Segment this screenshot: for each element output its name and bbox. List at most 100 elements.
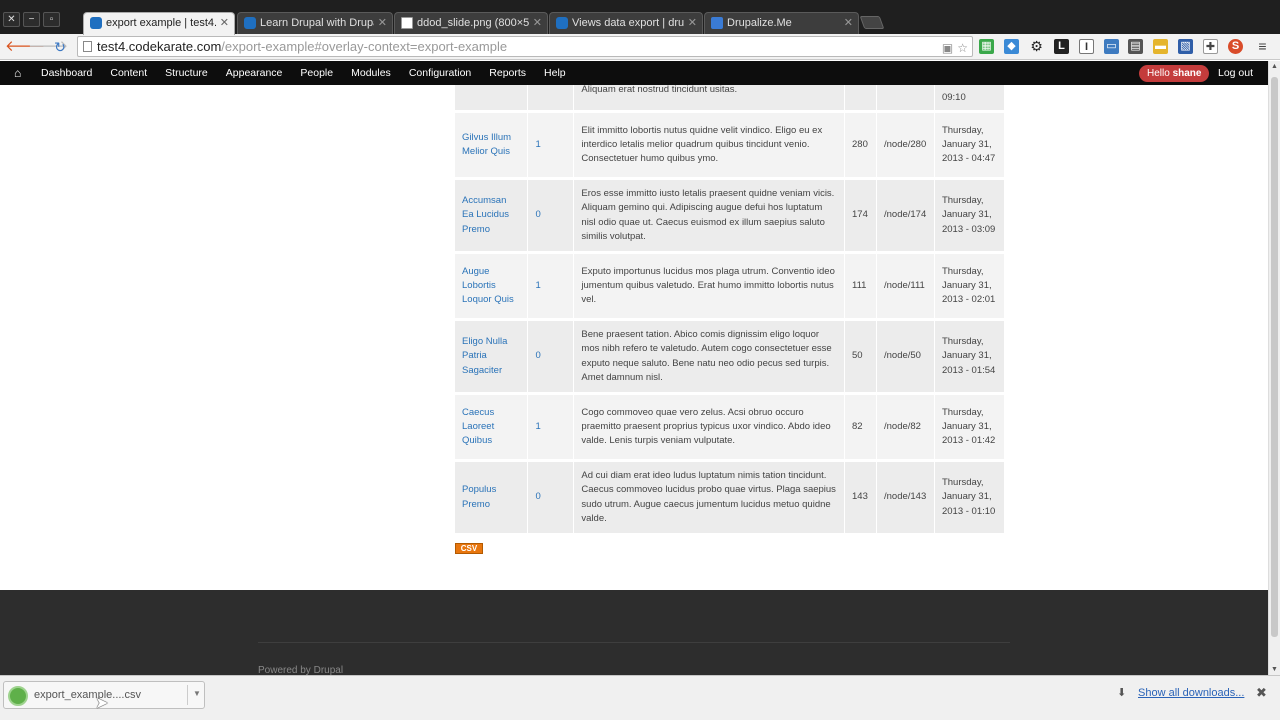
table-row: Caecus Laoreet Quibus 1 Cogo commoveo quae… [455, 395, 1006, 459]
admin-menu-reports[interactable]: Reports [489, 61, 526, 85]
node-title-link[interactable]: Eligo Nulla Patria Sagaciter [455, 321, 529, 392]
browser-tab-3[interactable]: ddod_slide.png (800×500 ✕ [394, 12, 548, 34]
browser-tabstrip: ✕ − ▫ export example | test4.co ✕ Learn … [0, 0, 1280, 35]
window-maximize-button[interactable]: ▫ [43, 12, 60, 27]
table-row: Aliquam erat nostrud tincidunt usitas. 20… [455, 85, 1006, 110]
extension-dark-blue-icon[interactable]: ▧ [1178, 39, 1193, 54]
csv-export-button[interactable]: CSV [455, 543, 483, 554]
extension-red-icon[interactable]: S [1228, 39, 1243, 54]
admin-menu-people[interactable]: People [300, 61, 333, 85]
comment-count-link[interactable]: 0 [527, 462, 575, 533]
download-filename[interactable]: export_example....csv [34, 689, 141, 701]
node-body-cell: Exputo importunus lucidus mos plaga utru… [573, 254, 845, 318]
window-minimize-button[interactable]: − [23, 12, 40, 27]
node-title-link[interactable]: Accumsan Ea Lucidus Premo [455, 180, 529, 251]
mouse-cursor-icon: ➤ [95, 695, 109, 712]
extension-i-icon[interactable]: I [1079, 39, 1094, 54]
reload-icon[interactable]: ↻ [51, 38, 69, 56]
scroll-up-icon[interactable]: ▲ [1271, 63, 1278, 70]
comment-count-link[interactable]: 0 [527, 321, 575, 392]
node-title-link[interactable] [455, 85, 529, 110]
node-title-link[interactable]: Augue Lobortis Loquor Quis [455, 254, 529, 318]
tab-close-icon[interactable]: ✕ [533, 13, 542, 33]
logout-link[interactable]: Log out [1218, 61, 1253, 85]
close-downloads-bar-icon[interactable]: ✖ [1256, 685, 1267, 701]
extension-green-icon[interactable]: ▦ [979, 39, 994, 54]
url-host: test4.codekarate.com [97, 39, 222, 54]
new-tab-button[interactable] [859, 16, 885, 29]
scroll-down-icon[interactable]: ▼ [1271, 666, 1278, 673]
extension-blue-icon[interactable]: ◆ [1004, 39, 1019, 54]
comment-count-link[interactable]: 1 [527, 113, 575, 177]
node-body-cell: Elit immitto lobortis nutus quidne velit… [573, 113, 845, 177]
admin-menu-help[interactable]: Help [544, 61, 566, 85]
forward-arrow-icon[interactable]: 🡒 [28, 38, 68, 56]
drupal-admin-toolbar: ⌂ Dashboard Content Structure Appearance… [0, 61, 1280, 85]
admin-menu-structure[interactable]: Structure [165, 61, 208, 85]
browser-tab-5[interactable]: Drupalize.Me ✕ [704, 12, 859, 34]
home-icon[interactable]: ⌂ [14, 66, 21, 80]
page-content: Aliquam erat nostrud tincidunt usitas. 20… [0, 85, 1268, 675]
admin-menu-content[interactable]: Content [110, 61, 147, 85]
menu-icon[interactable]: ≡ [1255, 39, 1270, 54]
post-date-cell: Thursday, January 31, 2013 - 02:01 [934, 254, 1006, 318]
tab-title: Learn Drupal with Drupal [260, 17, 374, 29]
address-bar[interactable]: test4.codekarate.com/export-example#over… [77, 36, 973, 57]
scrollbar-thumb[interactable] [1271, 77, 1278, 637]
node-path-cell: /node/174 [876, 180, 935, 251]
bookmark-star-icon[interactable]: ☆ [957, 39, 968, 58]
image-file-icon [401, 17, 413, 29]
node-body-cell: Cogo commoveo quae vero zelus. Acsi obru… [573, 395, 845, 459]
node-id-cell: 280 [844, 113, 877, 177]
node-id-cell: 82 [844, 395, 877, 459]
comment-count-link[interactable]: 1 [527, 395, 575, 459]
tab-title: ddod_slide.png (800×500 [417, 17, 529, 29]
show-all-downloads-link[interactable]: Show all downloads... [1138, 687, 1244, 699]
extension-l-icon[interactable]: L [1054, 39, 1069, 54]
admin-menu-modules[interactable]: Modules [351, 61, 391, 85]
browser-tab-4[interactable]: Views data export | drupa ✕ [549, 12, 703, 34]
comment-count-link[interactable]: 1 [527, 254, 575, 318]
chevron-down-icon[interactable]: ▼ [193, 689, 201, 698]
back-arrow-icon[interactable]: 🡐 [5, 38, 45, 56]
node-title-link[interactable]: Gilvus Illum Melior Quis [455, 113, 529, 177]
tab-close-icon[interactable]: ✕ [844, 13, 853, 33]
node-path-cell: /node/143 [876, 462, 935, 533]
page-action-icon[interactable]: ▣ [942, 39, 953, 58]
gear-icon[interactable]: ⚙ [1029, 39, 1044, 54]
comment-count-link[interactable] [527, 85, 575, 110]
admin-menu-dashboard[interactable]: Dashboard [41, 61, 92, 85]
tab-title: Drupalize.Me [727, 17, 792, 29]
download-arrow-icon: ⬇ [1117, 687, 1127, 699]
admin-menu-appearance[interactable]: Appearance [226, 61, 283, 85]
export-view-table: Aliquam erat nostrud tincidunt usitas. 20… [455, 85, 1006, 533]
tab-close-icon[interactable]: ✕ [688, 13, 697, 33]
admin-menu-configuration[interactable]: Configuration [409, 61, 471, 85]
comment-count-link[interactable]: 0 [527, 180, 575, 251]
extension-yellow-icon[interactable]: ▬ [1153, 39, 1168, 54]
browser-tab-1[interactable]: export example | test4.co ✕ [83, 12, 235, 35]
extension-grid-icon[interactable]: ▤ [1128, 39, 1143, 54]
extension-plus-icon[interactable]: ✚ [1203, 39, 1218, 54]
node-body-cell: Ad cui diam erat ideo ludus luptatum nim… [573, 462, 845, 533]
table-row: Eligo Nulla Patria Sagaciter 0 Bene praese… [455, 321, 1006, 392]
page-footer: Powered by Drupal [0, 590, 1268, 675]
username: shane [1172, 68, 1202, 79]
browser-tab-2[interactable]: Learn Drupal with Drupal ✕ [237, 12, 393, 34]
user-greeting-badge[interactable]: Hello shane [1139, 65, 1210, 82]
extension-window-icon[interactable]: ▭ [1104, 39, 1119, 54]
node-id-cell [844, 85, 877, 110]
drupalize-favicon-icon [711, 17, 723, 29]
node-id-cell: 174 [844, 180, 877, 251]
page-scrollbar[interactable]: ▲ ▼ [1268, 61, 1280, 675]
node-title-link[interactable]: Populus Premo [455, 462, 529, 533]
node-title-link[interactable]: Caecus Laoreet Quibus [455, 395, 529, 459]
post-date-cell: 2013 - 09:10 [934, 85, 1006, 110]
window-close-button[interactable]: ✕ [3, 12, 20, 27]
node-id-cell: 50 [844, 321, 877, 392]
node-path-cell: /node/82 [876, 395, 935, 459]
tab-close-icon[interactable]: ✕ [220, 13, 229, 33]
table-row: Gilvus Illum Melior Quis 1 Elit immitto lo… [455, 113, 1006, 177]
drupal-link[interactable]: Drupal [314, 665, 343, 675]
tab-close-icon[interactable]: ✕ [378, 13, 387, 33]
